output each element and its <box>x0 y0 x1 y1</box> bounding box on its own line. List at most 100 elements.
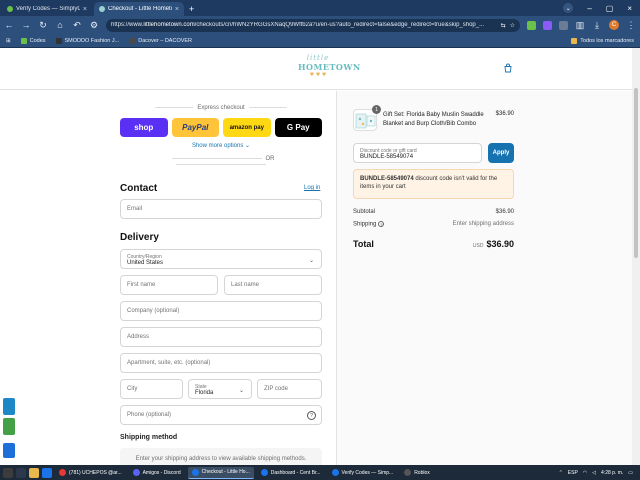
bookmark-item[interactable]: Dacover – DACOVER <box>129 37 193 44</box>
or-divider: OR <box>120 156 322 168</box>
apps-grid-icon[interactable]: ⊞ <box>6 38 11 44</box>
new-tab-icon[interactable]: + <box>189 4 194 14</box>
product-price: $36.90 <box>495 111 514 117</box>
close-tab-icon[interactable]: × <box>83 6 87 13</box>
taskbar-item[interactable]: Dashboard - Cent Br... <box>257 467 325 479</box>
bookmark-label: SMODDO Fashion J... <box>64 37 120 44</box>
close-window-icon[interactable]: × <box>627 4 632 13</box>
google-pay-button[interactable]: G Pay <box>274 118 322 137</box>
taskbar-item[interactable]: Amigos - Discord <box>129 467 185 479</box>
profile-avatar[interactable]: C <box>609 20 619 30</box>
taskbar-item[interactable]: Verify Codes — Simp... <box>328 467 398 479</box>
apartment-field[interactable]: Apartment, suite, etc. (optional) <box>120 353 322 373</box>
last-name-field[interactable]: Last name <box>224 275 322 295</box>
express-checkout-title: Express checkout <box>120 105 322 111</box>
app-icon <box>191 468 199 476</box>
site-settings-icon[interactable]: ⚙ <box>89 20 99 31</box>
tab-search-icon[interactable]: ⌄ <box>563 3 574 13</box>
wifi-icon[interactable]: ◠ <box>583 470 587 476</box>
all-bookmarks[interactable]: Todos los marcadores <box>571 37 634 44</box>
first-name-field[interactable]: First name <box>120 275 218 295</box>
chevron-down-icon: ⌄ <box>308 258 314 264</box>
browser-tab-bar: Verify Codes — SimplyCodes × Checkout - … <box>0 0 640 16</box>
taskbar-item[interactable]: Roblox <box>400 467 434 479</box>
close-tab-icon[interactable]: × <box>175 6 179 13</box>
minimize-icon[interactable]: – <box>587 4 591 13</box>
translate-icon[interactable]: ⇆ <box>501 22 506 29</box>
chevron-up-icon[interactable]: ⌃ <box>559 470 563 476</box>
taskbar-label: Checkout - Little Ho... <box>201 469 250 475</box>
extensions-puzzle-icon[interactable] <box>559 20 568 30</box>
show-more-options-link[interactable]: Show more options ⌄ <box>120 142 322 149</box>
language-indicator[interactable]: ESP <box>568 470 578 476</box>
country-select[interactable]: Country/Region United States ⌄ <box>120 249 322 269</box>
side-panel-icon[interactable]: ▥ <box>575 20 585 31</box>
discount-error-banner: BUNDLE-58549074 discount code isn't vali… <box>353 169 514 199</box>
page-scrollbar[interactable] <box>632 48 640 465</box>
address-bar[interactable]: https://www.littlehometown.com/checkouts… <box>106 18 520 32</box>
app-icon <box>404 469 412 476</box>
maximize-icon[interactable]: ▢ <box>606 4 614 13</box>
shop-pay-button[interactable]: shop <box>120 118 168 137</box>
email-field[interactable]: Email <box>120 199 322 219</box>
clock[interactable]: 4:28 p. m. <box>601 470 623 476</box>
login-link[interactable]: Log in <box>304 185 320 191</box>
floating-widget-button[interactable] <box>3 418 15 435</box>
volume-icon[interactable]: ◁ <box>592 470 596 476</box>
state-select[interactable]: State Florida ⌄ <box>188 379 252 399</box>
paypal-button[interactable]: PayPal <box>171 118 219 137</box>
apply-button[interactable]: Apply <box>488 143 514 163</box>
company-field[interactable]: Company (optional) <box>120 301 322 321</box>
floating-widget-button[interactable] <box>3 443 15 458</box>
scrollbar-thumb[interactable] <box>634 88 638 258</box>
extension-icon[interactable] <box>543 20 552 30</box>
undo-icon[interactable]: ↶ <box>72 20 82 31</box>
shipping-label: Shipping <box>353 221 377 228</box>
info-icon[interactable]: ? <box>378 221 385 227</box>
bookmark-star-icon[interactable]: ☆ <box>510 22 515 29</box>
download-icon[interactable]: ⤓ <box>592 20 602 31</box>
total-value: $36.90 <box>486 239 514 249</box>
discount-code-field[interactable]: Discount code or gift card BUNDLE-585490… <box>353 143 482 163</box>
bookmark-item[interactable]: Codes <box>20 37 46 44</box>
bookmark-favicon-icon <box>20 37 27 44</box>
menu-dots-icon[interactable]: ⋮ <box>626 20 636 31</box>
city-field[interactable]: City <box>120 379 183 399</box>
bookmark-favicon-icon <box>129 37 136 44</box>
taskbar-item-active[interactable]: Checkout - Little Ho... <box>187 466 254 479</box>
address-field[interactable]: Address <box>120 327 322 347</box>
search-icon[interactable] <box>16 467 26 478</box>
store-logo[interactable]: little HOMETOWN ♥ ♥ ♥ <box>298 54 360 78</box>
taskbar-item[interactable]: (781) UCHEPOS @ar... <box>55 467 126 479</box>
window-controls: ⌄ – ▢ × <box>563 0 640 16</box>
bookmark-label: Codes <box>29 37 46 44</box>
phone-field[interactable]: Phone (optional) ? <box>120 405 322 425</box>
currency-code: USD <box>472 243 484 249</box>
checkout-page: little HOMETOWN ♥ ♥ ♥ Express checkout s… <box>0 48 640 465</box>
shopping-bag-icon[interactable] <box>503 63 513 73</box>
extension-icon[interactable] <box>527 20 536 30</box>
home-icon[interactable]: ⌂ <box>55 20 65 30</box>
zip-field[interactable]: ZIP code <box>257 379 322 399</box>
total-row: Total USD $36.90 <box>353 239 514 249</box>
help-icon[interactable]: ? <box>307 411 316 420</box>
file-explorer-icon[interactable] <box>29 467 39 478</box>
bookmark-label: Todos los marcadores <box>580 37 634 44</box>
bookmark-label: Dacover – DACOVER <box>138 37 193 44</box>
app-icon <box>59 469 66 476</box>
notification-icon[interactable]: ▭ <box>628 470 633 476</box>
floating-widget-button[interactable] <box>3 398 15 415</box>
field-value: Florida <box>195 389 214 396</box>
browser-tab[interactable]: Verify Codes — SimplyCodes × <box>2 2 92 16</box>
forward-icon[interactable]: → <box>21 20 31 30</box>
total-label: Total <box>353 239 374 249</box>
browser-tab-active[interactable]: Checkout - Little Hometown × <box>94 2 184 16</box>
reload-icon[interactable]: ↻ <box>38 20 48 31</box>
edge-browser-icon[interactable] <box>42 467 52 478</box>
bookmark-item[interactable]: SMODDO Fashion J... <box>55 37 120 44</box>
windows-start-icon[interactable] <box>3 467 13 478</box>
system-tray: ⌃ ESP ◠ ◁ 4:28 p. m. ▭ <box>559 470 637 476</box>
back-icon[interactable]: ← <box>4 20 14 30</box>
amazon-pay-button[interactable]: amazon pay <box>223 118 271 137</box>
order-summary: 1 Gift Set: Florida Baby Muslin Swaddle … <box>336 91 640 465</box>
